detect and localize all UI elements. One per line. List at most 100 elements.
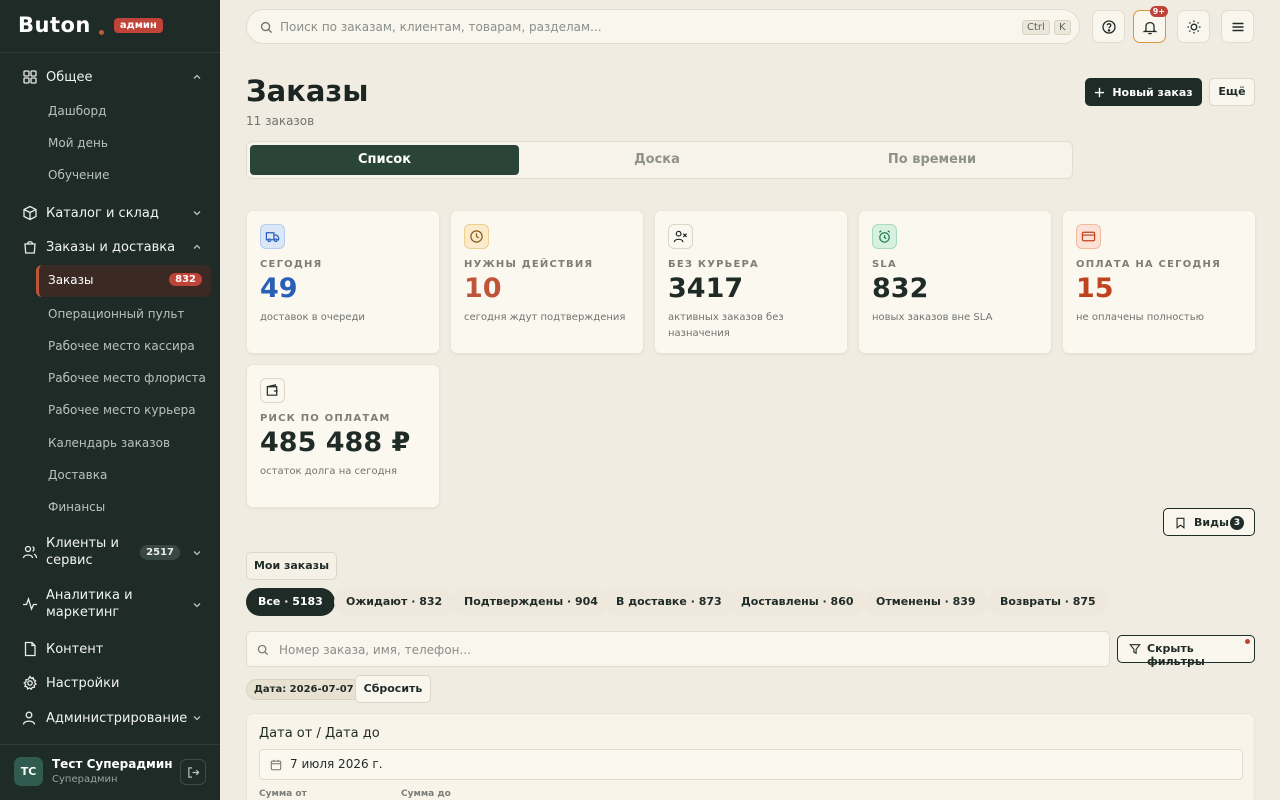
order-search[interactable] [246,631,1110,667]
card-title: БЕЗ КУРЬЕРА [668,259,759,270]
divider [0,52,220,53]
sidebar-group-label: Настройки [46,675,120,691]
users-icon [22,545,38,559]
stat-card-no-courier[interactable]: БЕЗ КУРЬЕРА 3417 активных заказов без на… [654,210,848,354]
views-button[interactable]: Виды 3 [1163,508,1255,536]
status-filter-all[interactable]: Все · 5183 [246,588,335,616]
alarm-clock-icon [872,224,897,249]
chevron-down-icon [193,716,201,721]
reset-filters-button[interactable]: Сбросить [355,675,431,703]
card-value: 832 [872,273,929,304]
views-count: 3 [1230,516,1244,530]
menu-button[interactable] [1221,10,1254,43]
more-button[interactable]: Ещё [1209,78,1255,106]
sidebar-group-general[interactable]: Общее [0,68,220,86]
stat-card-sla[interactable]: SLA 832 новых заказов вне SLA [858,210,1052,354]
card-description: новых заказов вне SLA [872,312,993,323]
logout-icon [188,767,200,778]
sum-from-label: Сумма от [259,789,307,799]
global-search[interactable]: Ctrl K [246,9,1080,44]
user-profile[interactable]: ТС Тест Суперадмин Суперадмин [14,757,214,787]
sun-icon [1187,20,1201,34]
status-filter-waiting[interactable]: Ожидают · 832 [334,588,455,616]
card-description: доставок в очереди [260,312,365,323]
user-cog-icon [22,711,36,725]
sidebar-group-label: Заказы и доставка [46,239,176,255]
sidebar-group-label: Клиенты и сервис [46,535,119,569]
sidebar-group-content[interactable]: Контент [0,640,220,658]
status-filter-cancelled[interactable]: Отменены · 839 [864,588,988,616]
sidebar-group-label: Контент [46,641,104,657]
date-filter-chip[interactable]: Дата: 2026-07-07 [246,679,362,700]
card-value: 15 [1076,273,1114,304]
sidebar-item-dashboard[interactable]: Дашборд [48,104,106,118]
card-value: 485 488 ₽ [260,427,411,458]
avatar: ТС [14,757,43,786]
sum-to-label: Сумма до [401,789,451,799]
chevron-up-icon [193,74,201,79]
grid-icon [23,70,37,84]
divider [0,744,220,745]
brand[interactable]: Buton админ [18,13,163,37]
tab-timeline[interactable]: По времени [795,145,1069,175]
sidebar-item-label: Заказы [48,273,94,287]
new-order-button[interactable]: Новый заказ [1085,78,1202,106]
notifications-button[interactable]: 9+ [1133,6,1168,43]
help-button[interactable] [1092,10,1125,43]
sidebar-group-catalog[interactable]: Каталог и склад [0,204,220,222]
sidebar-group-label: Аналитика и маркетинг [46,587,133,621]
bell-icon [1142,21,1158,35]
sidebar-group-admin[interactable]: Администрирование [0,709,220,727]
logout-button[interactable] [180,759,206,785]
sidebar-group-analytics[interactable]: Аналитика и маркетинг [0,587,220,621]
hide-filters-button[interactable]: Скрыть фильтры [1117,635,1255,668]
user-role: Суперадмин [52,774,118,785]
sidebar-item-orders[interactable]: Заказы 832 [36,265,211,297]
tab-board[interactable]: Доска [523,145,791,175]
card-title: РИСК ПО ОПЛАТАМ [260,413,391,424]
package-icon [23,205,37,221]
stat-card-payment-risk[interactable]: РИСК ПО ОПЛАТАМ 485 488 ₽ остаток долга … [246,364,440,508]
brand-name: Buton [18,13,91,37]
sidebar-item-ops-console[interactable]: Операционный пульт [48,307,184,321]
sidebar-item-calendar[interactable]: Календарь заказов [48,436,170,450]
file-icon [24,641,36,657]
order-search-input[interactable] [279,641,1079,659]
tab-list[interactable]: Список [250,145,519,175]
gear-icon [23,675,37,691]
sidebar-group-settings[interactable]: Настройки [0,674,220,692]
date-range-value: 7 июля 2026 г. [290,757,383,771]
status-filter-returns[interactable]: Возвраты · 875 [988,588,1108,616]
theme-toggle[interactable] [1177,10,1210,43]
sidebar-item-training[interactable]: Обучение [48,168,109,182]
date-range-input[interactable]: 7 июля 2026 г. [259,749,1243,780]
views-label: Виды [1194,516,1229,529]
date-range-label: Дата от / Дата до [259,726,380,741]
stat-card-actions[interactable]: НУЖНЫ ДЕЙСТВИЯ 10 сегодня ждут подтвержд… [450,210,644,354]
sidebar-item-finance[interactable]: Финансы [48,500,105,514]
role-badge: админ [113,17,163,33]
notification-badge: 9+ [1149,6,1168,17]
status-filter-confirmed[interactable]: Подтверждены · 904 [452,588,610,616]
sidebar-item-florist[interactable]: Рабочее место флориста [48,371,206,385]
status-filter-in-delivery[interactable]: В доставке · 873 [604,588,734,616]
kbd-k: K [1054,20,1071,35]
label-line: Клиенты и [46,536,119,551]
card-description: сегодня ждут подтверждения [464,312,626,323]
sidebar-item-my-day[interactable]: Мой день [48,136,108,150]
global-search-input[interactable] [280,18,980,36]
sidebar-group-label: Администрирование [46,710,188,726]
card-description: остаток долга на сегодня [260,466,398,477]
stat-card-today[interactable]: СЕГОДНЯ 49 доставок в очереди [246,210,440,354]
sidebar-group-orders[interactable]: Заказы и доставка [0,238,220,256]
user-x-icon [668,224,693,249]
wallet-icon [260,378,285,403]
sidebar-item-cashier[interactable]: Рабочее место кассира [48,339,195,353]
sidebar-item-courier[interactable]: Рабочее место курьера [48,403,196,417]
status-filter-delivered[interactable]: Доставлены · 860 [729,588,866,616]
sidebar-item-delivery[interactable]: Доставка [48,468,107,482]
stat-card-payment[interactable]: ОПЛАТА НА СЕГОДНЯ 15 не оплачены полност… [1062,210,1256,354]
sidebar-group-clients[interactable]: Клиенты и сервис 2517 [0,535,220,569]
my-orders-button[interactable]: Мои заказы [246,552,337,580]
filter-icon [1129,644,1141,655]
